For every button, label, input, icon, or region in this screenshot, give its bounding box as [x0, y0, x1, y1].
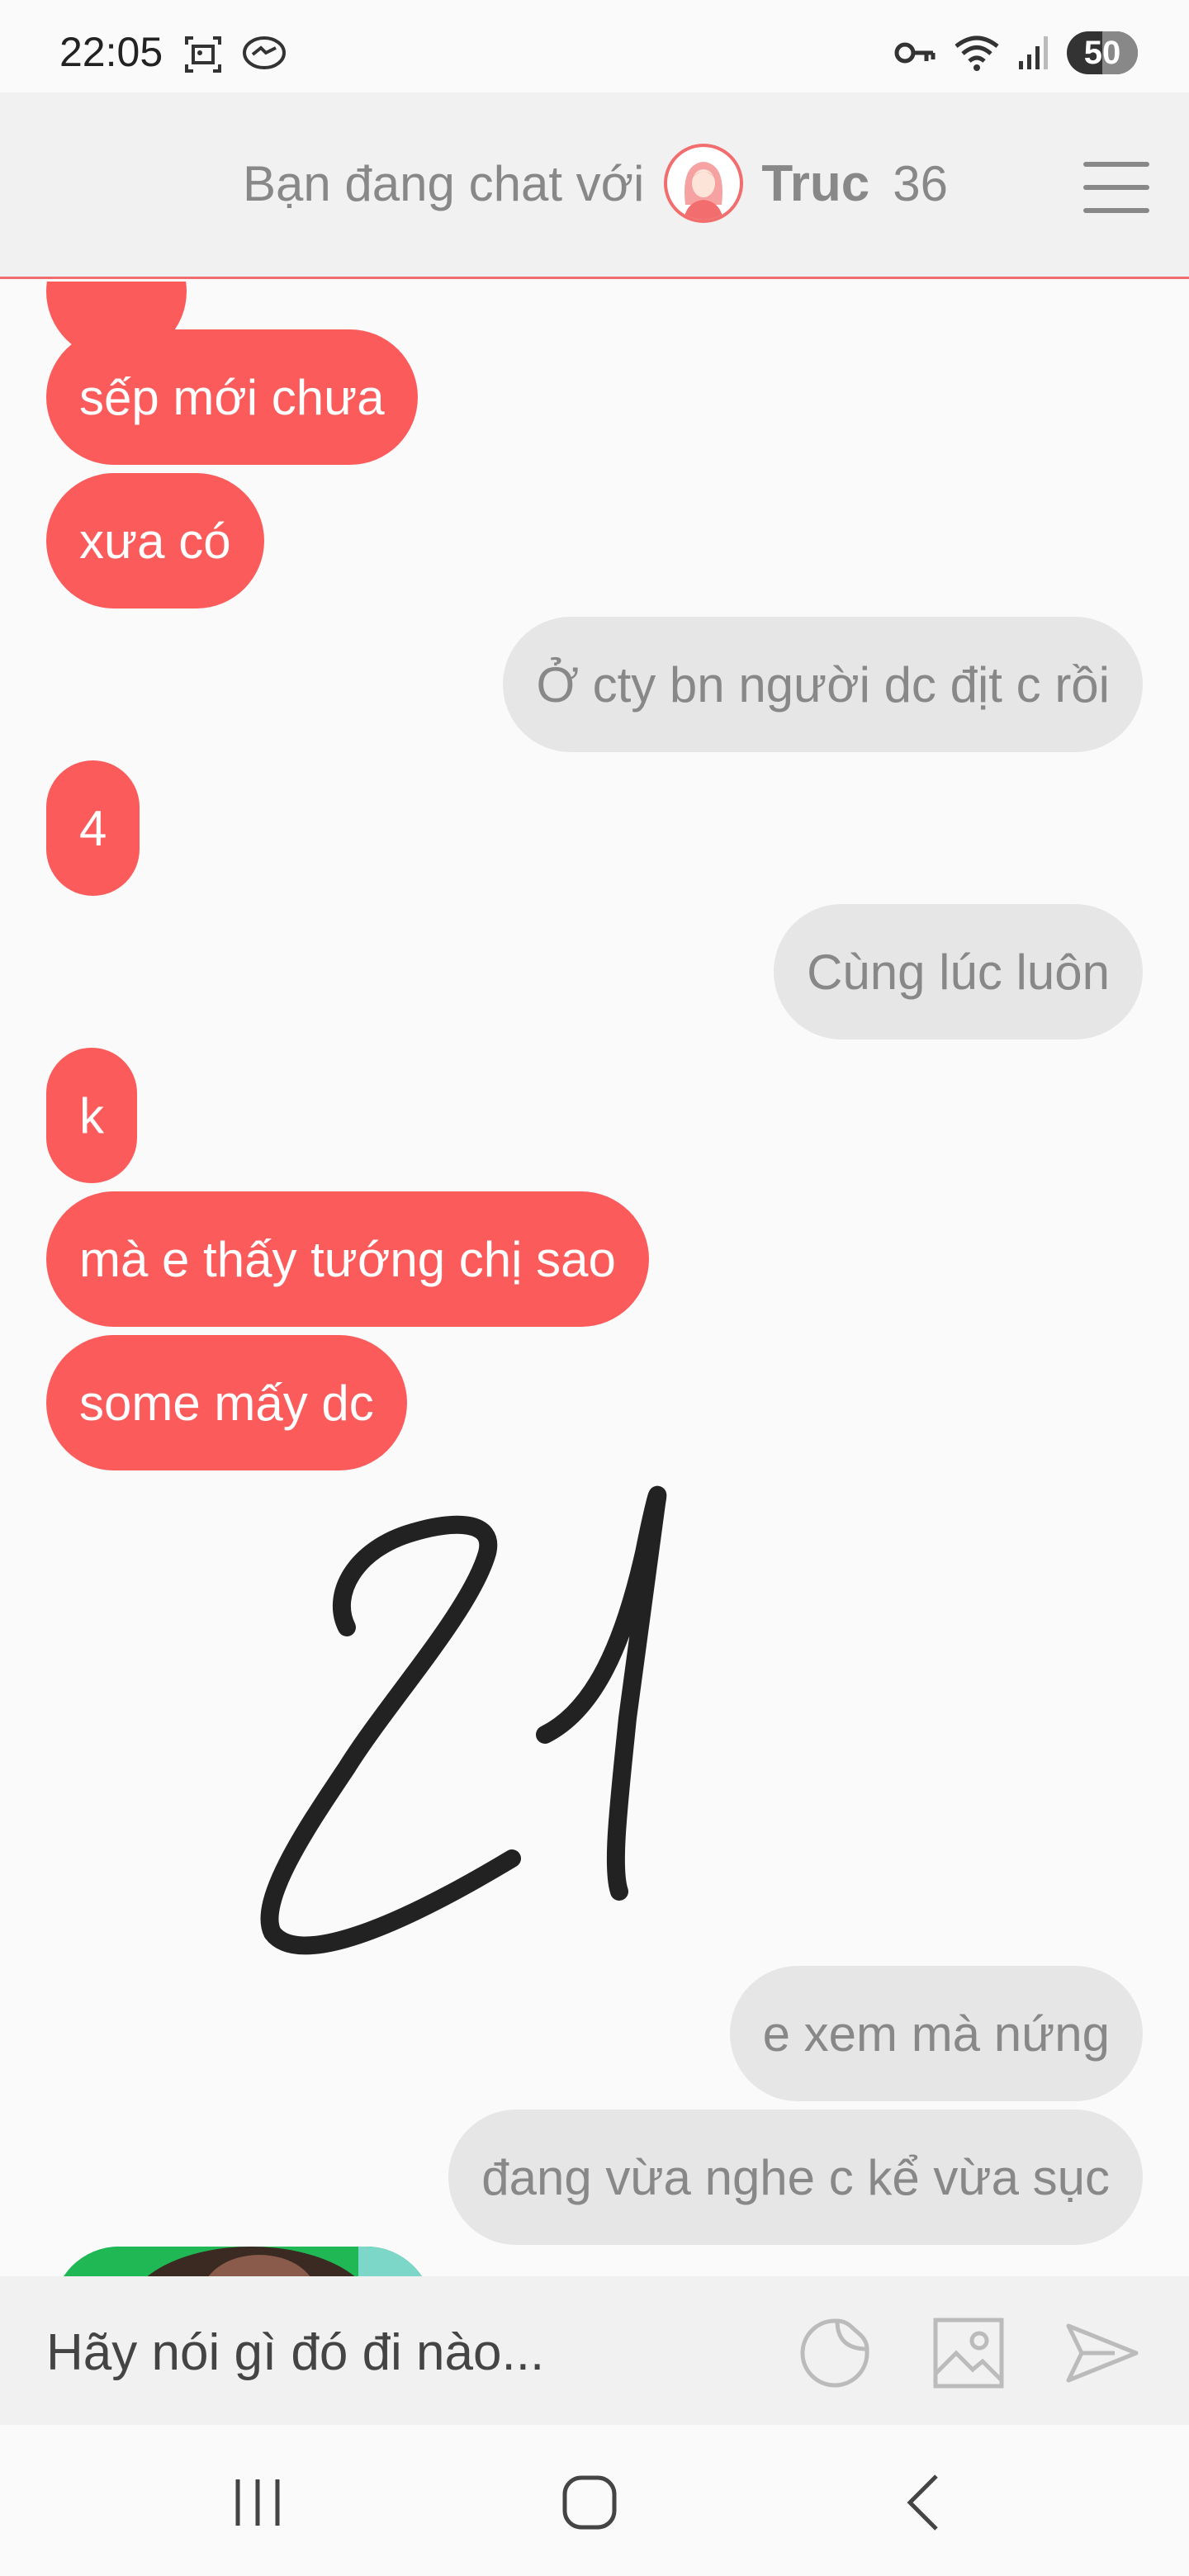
menu-line: [1083, 208, 1149, 213]
sticker-icon[interactable]: [798, 2316, 872, 2390]
home-icon[interactable]: [557, 2469, 623, 2536]
menu-line: [1083, 162, 1149, 167]
key-icon: [894, 42, 936, 64]
menu-button[interactable]: [1083, 162, 1149, 213]
send-icon[interactable]: [1065, 2316, 1139, 2390]
chat-header-prefix: Bạn đang chat với: [243, 155, 645, 211]
signal-icon: [1019, 36, 1048, 69]
messenger-icon: [243, 36, 286, 69]
message-bubble-received[interactable]: mà e thấy tướng chị sao: [46, 1191, 649, 1327]
chat-partner-info: Bạn đang chat với Truc 36: [243, 142, 948, 225]
status-bar: 22:05 50: [0, 0, 1189, 92]
menu-line: [1083, 185, 1149, 190]
partner-age: 36: [893, 155, 949, 211]
status-time: 22:05: [59, 29, 163, 75]
partner-avatar[interactable]: [664, 144, 744, 223]
partner-name: Truc: [761, 154, 870, 212]
message-bubble-sent[interactable]: Cùng lúc luôn: [774, 904, 1143, 1039]
message-bubble-sent[interactable]: đang vừa nghe c kể vừa sục: [448, 2110, 1143, 2245]
battery-indicator: 50: [1067, 31, 1138, 74]
system-nav-bar: [0, 2425, 1189, 2576]
message-input[interactable]: [46, 2318, 723, 2387]
back-icon[interactable]: [893, 2469, 959, 2536]
message-bubble-received[interactable]: xưa có: [46, 473, 264, 608]
photo-thumbnail: [53, 2247, 433, 2276]
photo-message-preview[interactable]: [53, 2247, 433, 2276]
status-notification-icons: [182, 33, 287, 76]
female-avatar-icon: [684, 162, 724, 220]
message-input-bar: [0, 2276, 1189, 2425]
message-bubble-sent[interactable]: e xem mà nứng: [729, 1966, 1143, 2101]
message-bubble-received[interactable]: k: [46, 1048, 137, 1183]
chat-header: Bạn đang chat với Truc 36: [0, 92, 1189, 279]
status-system-icons: 50: [893, 31, 1138, 74]
message-bubble-received[interactable]: 4: [46, 760, 140, 896]
screenshot-icon: [185, 36, 221, 73]
message-bubble-sent[interactable]: Ở cty bn người dc địt c rồi: [503, 617, 1143, 752]
battery-level-text: 50: [1083, 34, 1121, 71]
message-list[interactable]: sếp mới chưa xưa có Ở cty bn người dc đị…: [0, 282, 1189, 2276]
image-icon[interactable]: [931, 2316, 1006, 2390]
recent-apps-icon[interactable]: [225, 2469, 291, 2536]
handwritten-number-image: [260, 1485, 667, 1955]
wifi-icon: [955, 36, 999, 71]
message-bubble-received[interactable]: sếp mới chưa: [46, 329, 418, 465]
message-bubble-received[interactable]: some mấy dc: [46, 1335, 407, 1470]
